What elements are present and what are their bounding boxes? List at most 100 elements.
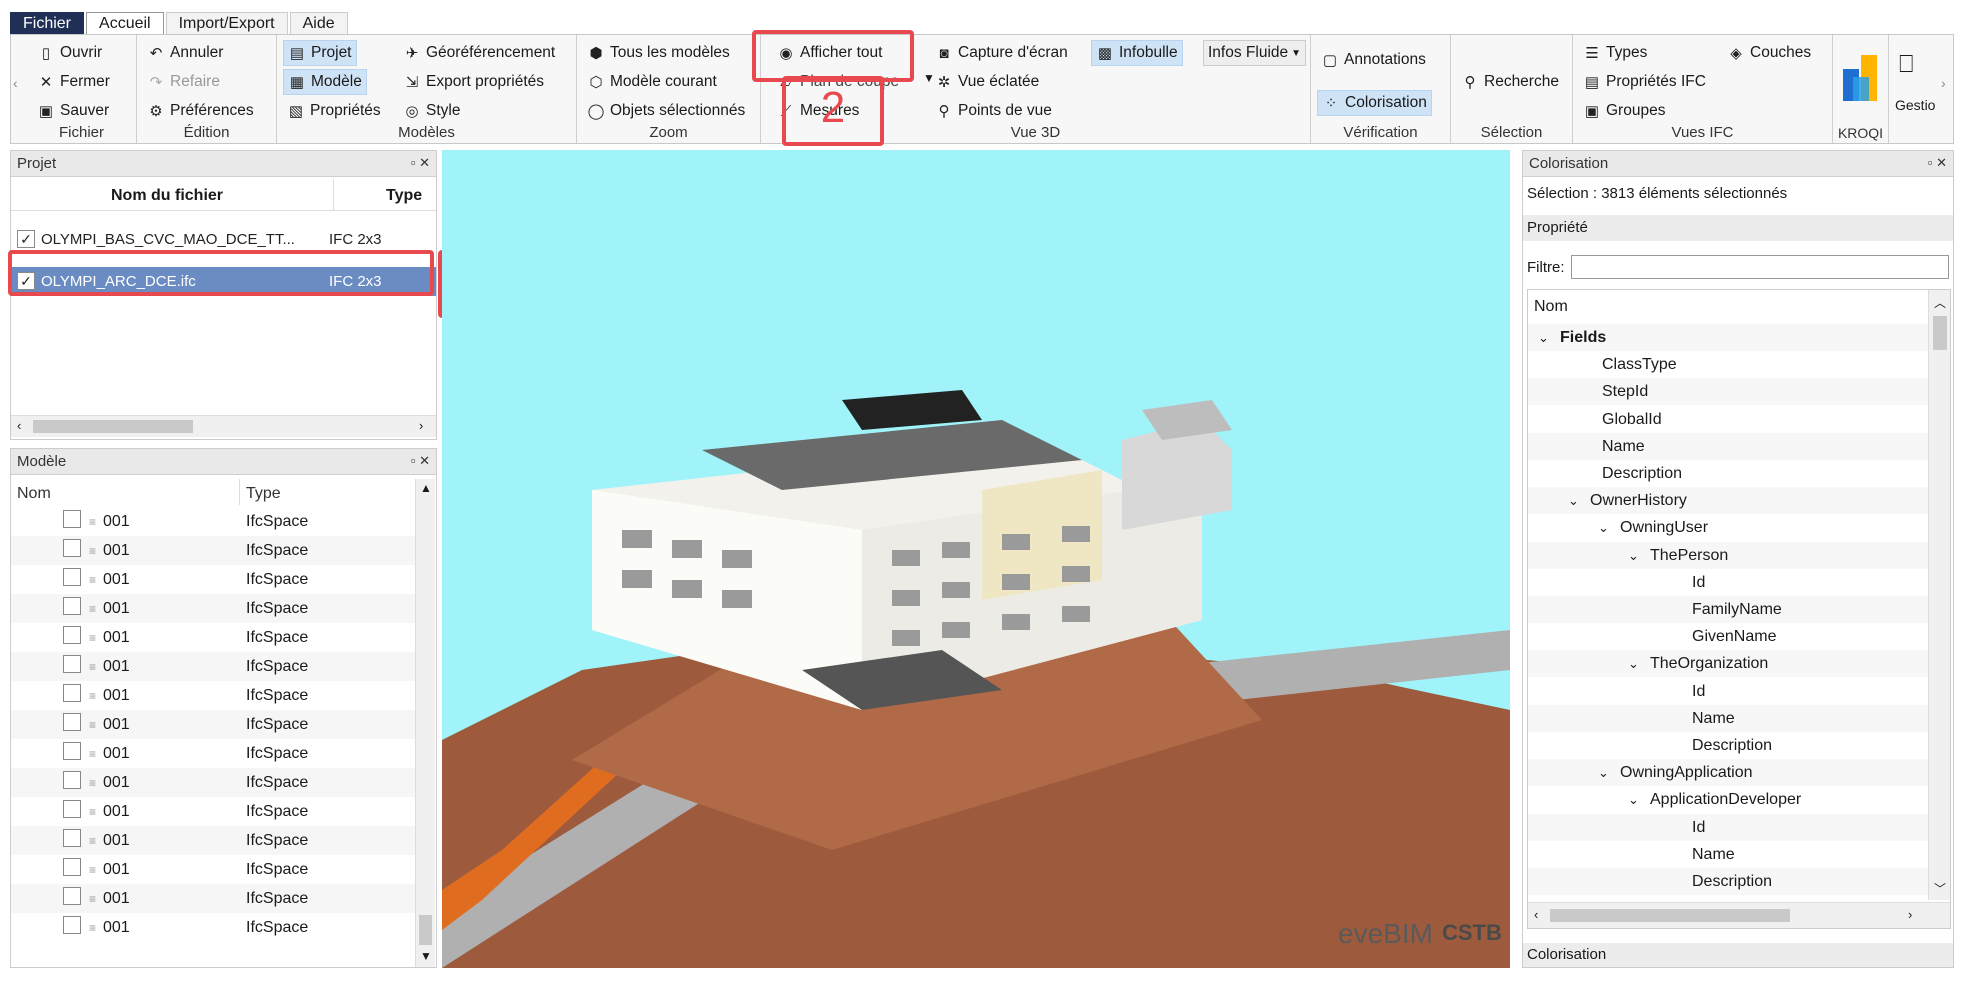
filter-input[interactable] (1571, 255, 1949, 279)
row-checkbox[interactable] (63, 771, 87, 794)
expand-chevron-icon[interactable]: ⌄ (1538, 324, 1549, 351)
row-checkbox[interactable] (63, 626, 87, 649)
groupes-button[interactable]: ▣ Groupes (1579, 98, 1669, 124)
ribbon-scroll-right-icon[interactable]: › (1941, 75, 1946, 91)
row-checkbox[interactable] (63, 539, 87, 562)
row-checkbox[interactable] (63, 684, 87, 707)
panel-float-close-icon[interactable]: ▫ ✕ (1928, 155, 1947, 171)
table-row[interactable]: ≡ 001 IfcSpace (11, 623, 415, 652)
infobulle-toggle[interactable]: ▩ Infobulle (1091, 40, 1183, 66)
screenshot-button[interactable]: ◙ Capture d'écran (931, 40, 1072, 66)
row-checkbox[interactable] (63, 510, 87, 533)
redo-button[interactable]: ↷ Refaire (143, 69, 224, 95)
vertical-scrollbar[interactable]: ▲ ▼ (415, 479, 435, 967)
row-checkbox[interactable] (63, 568, 87, 591)
annotations-button[interactable]: ▢ Annotations (1317, 47, 1430, 73)
tree-node[interactable]: Id (1528, 813, 1928, 841)
tree-node[interactable]: Id (1528, 569, 1928, 596)
tab-accueil[interactable]: Accueil (86, 12, 164, 34)
horizontal-scrollbar[interactable]: ‹ › (1528, 902, 1950, 928)
tree-node[interactable]: ⌄ ThePerson (1528, 541, 1928, 569)
kroqi-logo-icon[interactable] (1843, 49, 1879, 101)
document-icon[interactable]: ⎕ (1899, 51, 1913, 79)
table-row[interactable]: ≡ 001 IfcSpace (11, 884, 415, 913)
vertical-scrollbar[interactable]: ︿ ﹀ (1928, 290, 1950, 900)
viewport-3d[interactable]: eveBIM CSTB (442, 150, 1510, 968)
row-checkbox[interactable] (63, 800, 87, 823)
row-checkbox[interactable] (63, 829, 87, 852)
tree-node[interactable]: ⌄ ApplicationDeveloper (1528, 786, 1928, 813)
zoom-selected-button[interactable]: ◯ Objets sélectionnés (583, 98, 749, 124)
table-row[interactable]: ≡ 001 IfcSpace (11, 826, 415, 855)
expand-chevron-icon[interactable]: ⌄ (1598, 514, 1609, 541)
modele-toggle[interactable]: ▦ Modèle (283, 69, 367, 95)
tree-node[interactable]: StepId (1528, 378, 1928, 406)
close-button[interactable]: ✕ Fermer (33, 69, 114, 95)
couches-button[interactable]: ◈ Couches (1723, 40, 1815, 66)
ribbon-scroll-left-icon[interactable]: ‹ (13, 75, 18, 91)
table-row[interactable]: ≡ 001 IfcSpace (11, 797, 415, 826)
expand-chevron-icon[interactable]: ⌄ (1598, 759, 1609, 786)
table-row[interactable]: ≡ 001 IfcSpace (11, 768, 415, 797)
viewpoints-button[interactable]: ⚲ Points de vue (931, 98, 1056, 124)
table-row[interactable]: ≡ 001 IfcSpace (11, 652, 415, 681)
tab-import-export[interactable]: Import/Export (165, 12, 288, 34)
expand-chevron-icon[interactable]: ⌄ (1628, 650, 1639, 677)
tree-node[interactable]: GivenName (1528, 623, 1928, 650)
table-row[interactable]: ≡ 001 IfcSpace (11, 536, 415, 565)
table-row[interactable]: ≡ 001 IfcSpace (11, 507, 415, 536)
row-checkbox[interactable] (63, 742, 87, 765)
row-checkbox[interactable]: ✓ (17, 230, 41, 249)
row-checkbox[interactable] (63, 887, 87, 910)
tree-node[interactable]: Description (1528, 732, 1928, 759)
tree-node[interactable]: ⌄ Fields (1528, 324, 1928, 351)
tree-node[interactable]: Name (1528, 432, 1928, 460)
row-checkbox[interactable] (63, 858, 87, 881)
tree-node[interactable]: ⌄ OwningUser (1528, 514, 1928, 541)
infos-fluide-dropdown[interactable]: Infos Fluide ▼ (1203, 40, 1307, 66)
table-row[interactable]: ≡ 001 IfcSpace (11, 710, 415, 739)
tree-node[interactable]: GlobalId (1528, 406, 1928, 433)
expand-chevron-icon[interactable]: ⌄ (1628, 542, 1639, 569)
table-row[interactable]: ≡ 001 IfcSpace (11, 913, 415, 942)
proprietes-toggle[interactable]: ▧ Propriétés (283, 98, 385, 124)
panel-float-close-icon[interactable]: ▫ ✕ (411, 155, 430, 171)
colorisation-footer-tab[interactable]: Colorisation (1523, 943, 1953, 967)
table-row[interactable]: ≡ 001 IfcSpace (11, 565, 415, 594)
style-button[interactable]: ◎ Style (399, 98, 464, 124)
column-header-nom[interactable]: Nom (17, 485, 51, 503)
table-row[interactable]: ≡ 001 IfcSpace (11, 681, 415, 710)
zoom-all-models-button[interactable]: ⬢ Tous les modèles (583, 40, 734, 66)
zoom-current-model-button[interactable]: ⬡ Modèle courant (583, 69, 721, 95)
column-header-type[interactable]: Type (246, 485, 281, 503)
exploded-view-button[interactable]: ✲ Vue éclatée (931, 69, 1043, 95)
tree-node[interactable]: Description (1528, 460, 1928, 487)
tree-node[interactable]: Id (1528, 678, 1928, 705)
expand-chevron-icon[interactable]: ⌄ (1568, 487, 1579, 514)
expand-chevron-icon[interactable]: ⌄ (1628, 786, 1639, 813)
table-row[interactable]: ≡ 001 IfcSpace (11, 855, 415, 884)
horizontal-scrollbar[interactable]: ‹ › (11, 415, 436, 437)
types-button[interactable]: ☰ Types (1579, 40, 1651, 66)
open-button[interactable]: ▯ Ouvrir (33, 40, 106, 66)
undo-button[interactable]: ↶ Annuler (143, 40, 227, 66)
tree-node[interactable]: FamilyName (1528, 596, 1928, 623)
row-checkbox[interactable] (63, 916, 87, 939)
tree-node[interactable]: ⌄ OwnerHistory (1528, 487, 1928, 515)
proprietes-ifc-button[interactable]: ▤ Propriétés IFC (1579, 69, 1710, 95)
tree-node[interactable]: Name (1528, 841, 1928, 868)
tab-aide[interactable]: Aide (289, 12, 348, 34)
save-button[interactable]: ▣ Sauver (33, 98, 113, 124)
row-checkbox[interactable] (63, 597, 87, 620)
tree-node[interactable]: Description (1528, 868, 1928, 895)
row-checkbox[interactable] (63, 713, 87, 736)
table-row[interactable]: ≡ 001 IfcSpace (11, 739, 415, 768)
tree-node[interactable]: ClassType (1528, 351, 1928, 378)
tree-node[interactable]: ⌄ OwningApplication (1528, 759, 1928, 787)
search-button[interactable]: ⚲ Recherche (1457, 69, 1563, 95)
column-header-filename[interactable]: Nom du fichier (111, 187, 223, 205)
column-header-type[interactable]: Type (386, 187, 422, 205)
row-checkbox[interactable] (63, 655, 87, 678)
tree-node[interactable]: Name (1528, 704, 1928, 732)
tree-node[interactable]: ⌄ TheOrganization (1528, 650, 1928, 678)
